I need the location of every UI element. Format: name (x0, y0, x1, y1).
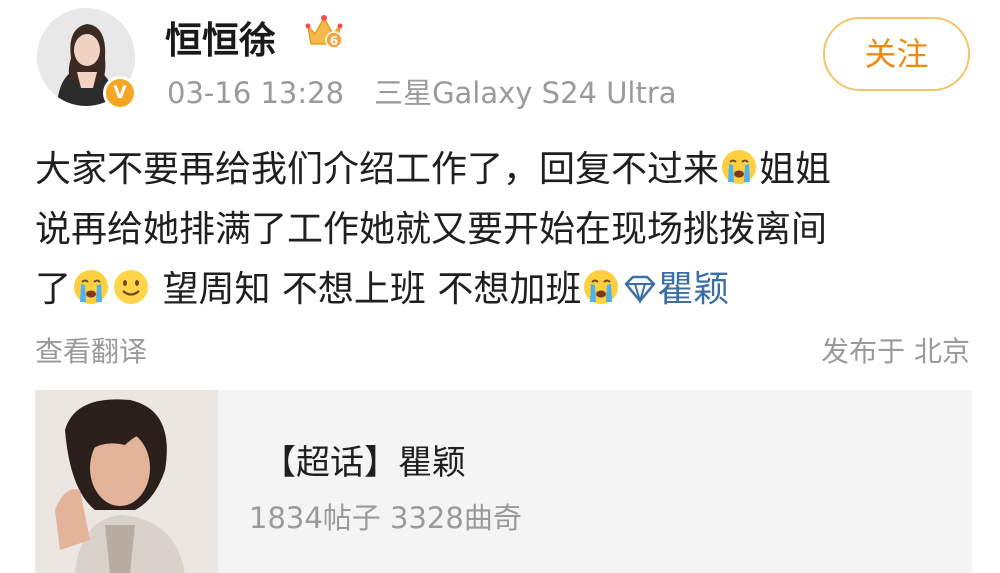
post-location: 发布于 北京 (821, 335, 970, 368)
supertopic-link[interactable]: 瞿颖 (621, 269, 729, 310)
follow-button[interactable]: 关注 (823, 17, 970, 91)
crown-icon: 6 (305, 15, 343, 49)
translate-link[interactable]: 查看翻译 (35, 330, 147, 370)
verified-badge-icon: V (103, 76, 137, 110)
supertopic-title: 【超话】瞿颖 (262, 443, 466, 483)
supertopic-card[interactable]: 【超话】瞿颖 1834帖子 3328曲奇 (35, 390, 972, 573)
post-text-line: 大家不要再给我们介绍工作了，回复不过来 姐姐 (35, 149, 832, 190)
crown-level: 6 (330, 34, 338, 48)
post-device: 三星Galaxy S24 Ultra (374, 76, 677, 110)
crying-face-icon (584, 270, 619, 304)
username[interactable]: 恒恒徐 (165, 10, 276, 64)
avatar[interactable]: V (37, 8, 137, 110)
post-text: 大家不要再给我们介绍工作了，回复不过来 姐姐 说再给她排满了工作她就又要开始在现… (35, 140, 975, 320)
post-timestamp: 03-16 13:28 (167, 76, 345, 110)
post-meta: 03-16 13:28 三星Galaxy S24 Ultra (167, 70, 677, 112)
supertopic-portrait-icon (35, 390, 218, 573)
crying-face-icon (74, 270, 109, 304)
crying-face-icon (722, 150, 757, 184)
supertopic-stats: 1834帖子 3328曲奇 (249, 501, 522, 535)
post-text-line: 了 望周知 不想上班 不想加班 瞿颖 (35, 269, 730, 310)
smiling-face-icon (114, 270, 149, 304)
diamond-icon (625, 275, 656, 304)
supertopic-image (35, 390, 218, 573)
weibo-post: V 恒恒徐 6 03-16 13:28 三星Galaxy S24 Ultra 关注… (0, 0, 1000, 573)
post-text-line: 说再给她排满了工作她就又要开始在现场挑拨离间 (35, 209, 828, 250)
